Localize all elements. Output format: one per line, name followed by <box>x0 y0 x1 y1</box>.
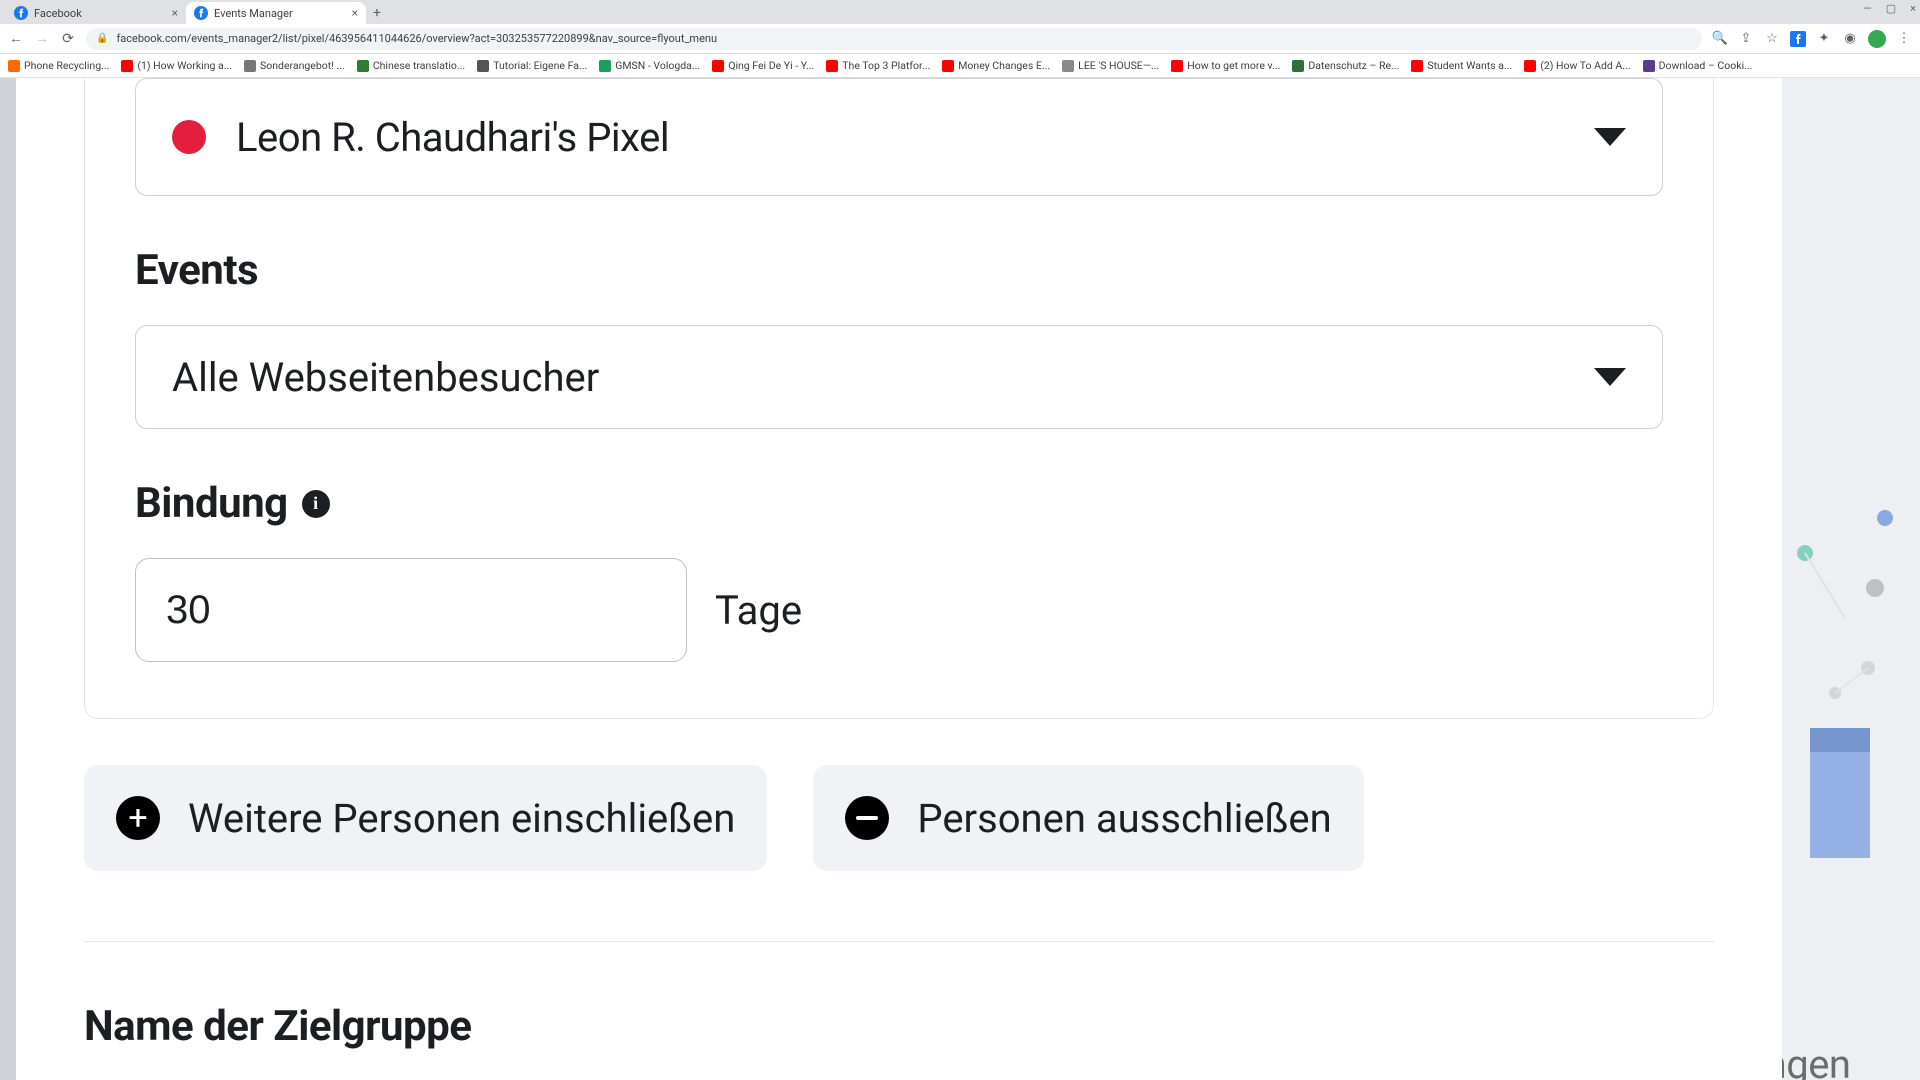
bookmark-icon <box>599 60 611 72</box>
include-exclude-actions: + Weitere Personen einschließen Personen… <box>16 765 1782 871</box>
bookmark-icon <box>1171 60 1183 72</box>
bookmark-item[interactable]: How to get more v... <box>1171 59 1280 72</box>
status-dot-icon <box>172 120 206 154</box>
lock-icon: 🔒 <box>96 33 108 44</box>
minimize-button[interactable]: — <box>1863 2 1872 15</box>
bookmark-item[interactable]: LEE 'S HOUSE—... <box>1062 59 1159 72</box>
maximize-button[interactable]: ▢ <box>1886 2 1896 15</box>
bookmark-item[interactable]: (2) How To Add A... <box>1524 59 1630 72</box>
bookmark-icon <box>1643 60 1655 72</box>
info-icon[interactable]: i <box>302 490 330 518</box>
url-text: facebook.com/events_manager2/list/pixel/… <box>116 32 717 45</box>
pixel-name: Leon R. Chaudhari's Pixel <box>236 114 669 161</box>
retention-unit: Tage <box>715 587 802 634</box>
bookmark-icon <box>477 60 489 72</box>
profile-avatar-icon[interactable] <box>1868 30 1886 48</box>
new-tab-button[interactable]: + <box>366 2 388 24</box>
reload-button[interactable]: ⟳ <box>60 31 76 47</box>
bookmark-item[interactable]: GMSN - Vologda... <box>599 59 700 72</box>
facebook-icon <box>14 6 28 20</box>
bookmark-item[interactable]: Qing Fei De Yi - Y... <box>712 59 814 72</box>
include-more-button[interactable]: + Weitere Personen einschließen <box>84 765 767 871</box>
browser-toolbar: ← → ⟳ 🔒 facebook.com/events_manager2/lis… <box>0 24 1920 54</box>
bookmark-item[interactable]: The Top 3 Platfor... <box>826 59 930 72</box>
minus-icon <box>845 796 889 840</box>
exclude-label: Personen ausschließen <box>917 795 1331 842</box>
zoom-icon[interactable]: 🔍 <box>1712 31 1728 47</box>
exclude-button[interactable]: Personen ausschließen <box>813 765 1363 871</box>
toolbar-icons: 🔍 ⇪ ☆ ✦ ◉ ⋮ <box>1712 30 1912 48</box>
bookmark-icon <box>357 60 369 72</box>
browser-tabstrip: Facebook × Events Manager × + — ▢ × <box>0 0 1920 24</box>
address-bar[interactable]: 🔒 facebook.com/events_manager2/list/pixe… <box>86 28 1702 50</box>
bookmark-item[interactable]: Student Wants a... <box>1411 59 1512 72</box>
back-button[interactable]: ← <box>8 30 24 47</box>
events-selector[interactable]: Alle Webseitenbesucher <box>135 325 1663 429</box>
bookmark-icon <box>244 60 256 72</box>
bookmark-item[interactable]: Money Changes E... <box>942 59 1050 72</box>
tab-facebook[interactable]: Facebook × <box>6 2 186 24</box>
facebook-icon <box>194 6 208 20</box>
chevron-down-icon <box>1594 368 1626 386</box>
left-rail <box>0 78 16 1080</box>
star-icon[interactable]: ☆ <box>1764 31 1780 47</box>
page-content: fangen icht korr Leon R. Chaudhari's Pix… <box>0 78 1920 1080</box>
audience-name-heading: Name der Zielgruppe <box>84 1002 1782 1051</box>
tab-title: Facebook <box>34 7 166 20</box>
share-icon[interactable]: ⇪ <box>1738 31 1754 47</box>
bookmark-icon <box>1411 60 1423 72</box>
bookmark-icon <box>1524 60 1536 72</box>
bookmark-icon <box>121 60 133 72</box>
extensions-icon[interactable]: ✦ <box>1816 31 1832 47</box>
retention-days-input[interactable] <box>135 558 687 662</box>
events-selected: Alle Webseitenbesucher <box>172 354 599 401</box>
bookmark-item[interactable]: Sonderangebot! ... <box>244 59 345 72</box>
bookmark-item[interactable]: Download – Cooki... <box>1643 59 1753 72</box>
retention-heading-row: Bindung i <box>135 479 1663 528</box>
bookmark-icon <box>942 60 954 72</box>
tab-title: Events Manager <box>214 7 346 20</box>
retention-heading: Bindung <box>135 479 288 528</box>
plus-icon: + <box>116 796 160 840</box>
bookmark-icon <box>826 60 838 72</box>
chevron-down-icon <box>1594 128 1626 146</box>
bookmark-item[interactable]: Datenschutz – Re... <box>1292 59 1399 72</box>
bookmark-item[interactable]: (1) How Working a... <box>121 59 232 72</box>
facebook-ext-icon[interactable] <box>1790 31 1806 47</box>
section-divider <box>84 941 1714 942</box>
close-icon[interactable]: × <box>352 6 358 20</box>
create-audience-modal: Leon R. Chaudhari's Pixel Events Alle We… <box>16 78 1782 1080</box>
forward-button[interactable]: → <box>34 30 50 47</box>
window-controls: — ▢ × <box>1863 2 1916 15</box>
tab-events-manager[interactable]: Events Manager × <box>186 2 366 24</box>
events-heading: Events <box>135 246 1663 295</box>
bookmark-item[interactable]: Tutorial: Eigene Fa... <box>477 59 587 72</box>
close-window-button[interactable]: × <box>1910 2 1916 15</box>
pixel-selector[interactable]: Leon R. Chaudhari's Pixel <box>135 78 1663 196</box>
bookmark-icon <box>1292 60 1304 72</box>
bookmark-icon <box>1062 60 1074 72</box>
menu-icon[interactable]: ⋮ <box>1896 31 1912 47</box>
bookmark-icon <box>712 60 724 72</box>
bookmark-item[interactable]: Chinese translatio... <box>357 59 465 72</box>
close-icon[interactable]: × <box>172 6 178 20</box>
bookmark-icon <box>8 60 20 72</box>
bookmarks-bar: Phone Recycling... (1) How Working a... … <box>0 54 1920 78</box>
include-more-label: Weitere Personen einschließen <box>188 795 735 842</box>
bookmark-item[interactable]: Phone Recycling... <box>8 59 109 72</box>
app-icon[interactable]: ◉ <box>1842 31 1858 47</box>
